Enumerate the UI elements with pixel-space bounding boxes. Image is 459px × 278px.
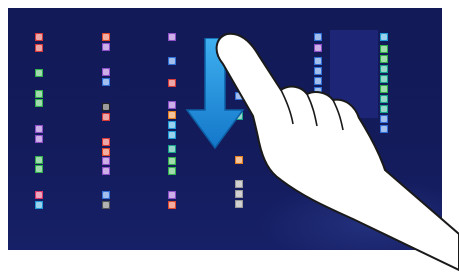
app-tile[interactable] bbox=[168, 201, 176, 209]
app-tile[interactable] bbox=[102, 138, 110, 146]
app-tile[interactable] bbox=[35, 165, 43, 173]
app-tile[interactable] bbox=[35, 201, 43, 209]
app-tile[interactable] bbox=[168, 121, 176, 129]
app-tile[interactable] bbox=[102, 191, 110, 199]
app-tile[interactable] bbox=[168, 79, 176, 87]
app-tile[interactable] bbox=[102, 68, 110, 76]
app-tile[interactable] bbox=[168, 131, 176, 139]
app-tile[interactable] bbox=[102, 103, 110, 111]
app-tile[interactable] bbox=[102, 33, 110, 41]
app-tile[interactable] bbox=[102, 167, 110, 175]
app-tile[interactable] bbox=[102, 43, 110, 51]
app-tile[interactable] bbox=[168, 33, 176, 41]
app-tile[interactable] bbox=[168, 101, 176, 109]
app-tile[interactable] bbox=[168, 167, 176, 175]
app-tile[interactable] bbox=[35, 135, 43, 143]
app-tile[interactable] bbox=[35, 33, 43, 41]
app-tile[interactable] bbox=[35, 44, 43, 52]
app-tile[interactable] bbox=[35, 125, 43, 133]
app-tile[interactable] bbox=[168, 157, 176, 165]
app-tile[interactable] bbox=[168, 57, 176, 65]
app-tile[interactable] bbox=[35, 69, 43, 77]
pointing-hand-icon bbox=[215, 32, 459, 271]
app-tile[interactable] bbox=[168, 145, 176, 153]
app-tile[interactable] bbox=[35, 99, 43, 107]
app-tile[interactable] bbox=[102, 148, 110, 156]
app-tile[interactable] bbox=[102, 113, 110, 121]
app-tile[interactable] bbox=[168, 191, 176, 199]
app-tile[interactable] bbox=[102, 201, 110, 209]
app-tile[interactable] bbox=[102, 78, 110, 86]
app-tile[interactable] bbox=[35, 90, 43, 98]
app-tile[interactable] bbox=[102, 157, 110, 165]
app-tile[interactable] bbox=[35, 156, 43, 164]
app-tile[interactable] bbox=[168, 111, 176, 119]
app-tile[interactable] bbox=[35, 191, 43, 199]
